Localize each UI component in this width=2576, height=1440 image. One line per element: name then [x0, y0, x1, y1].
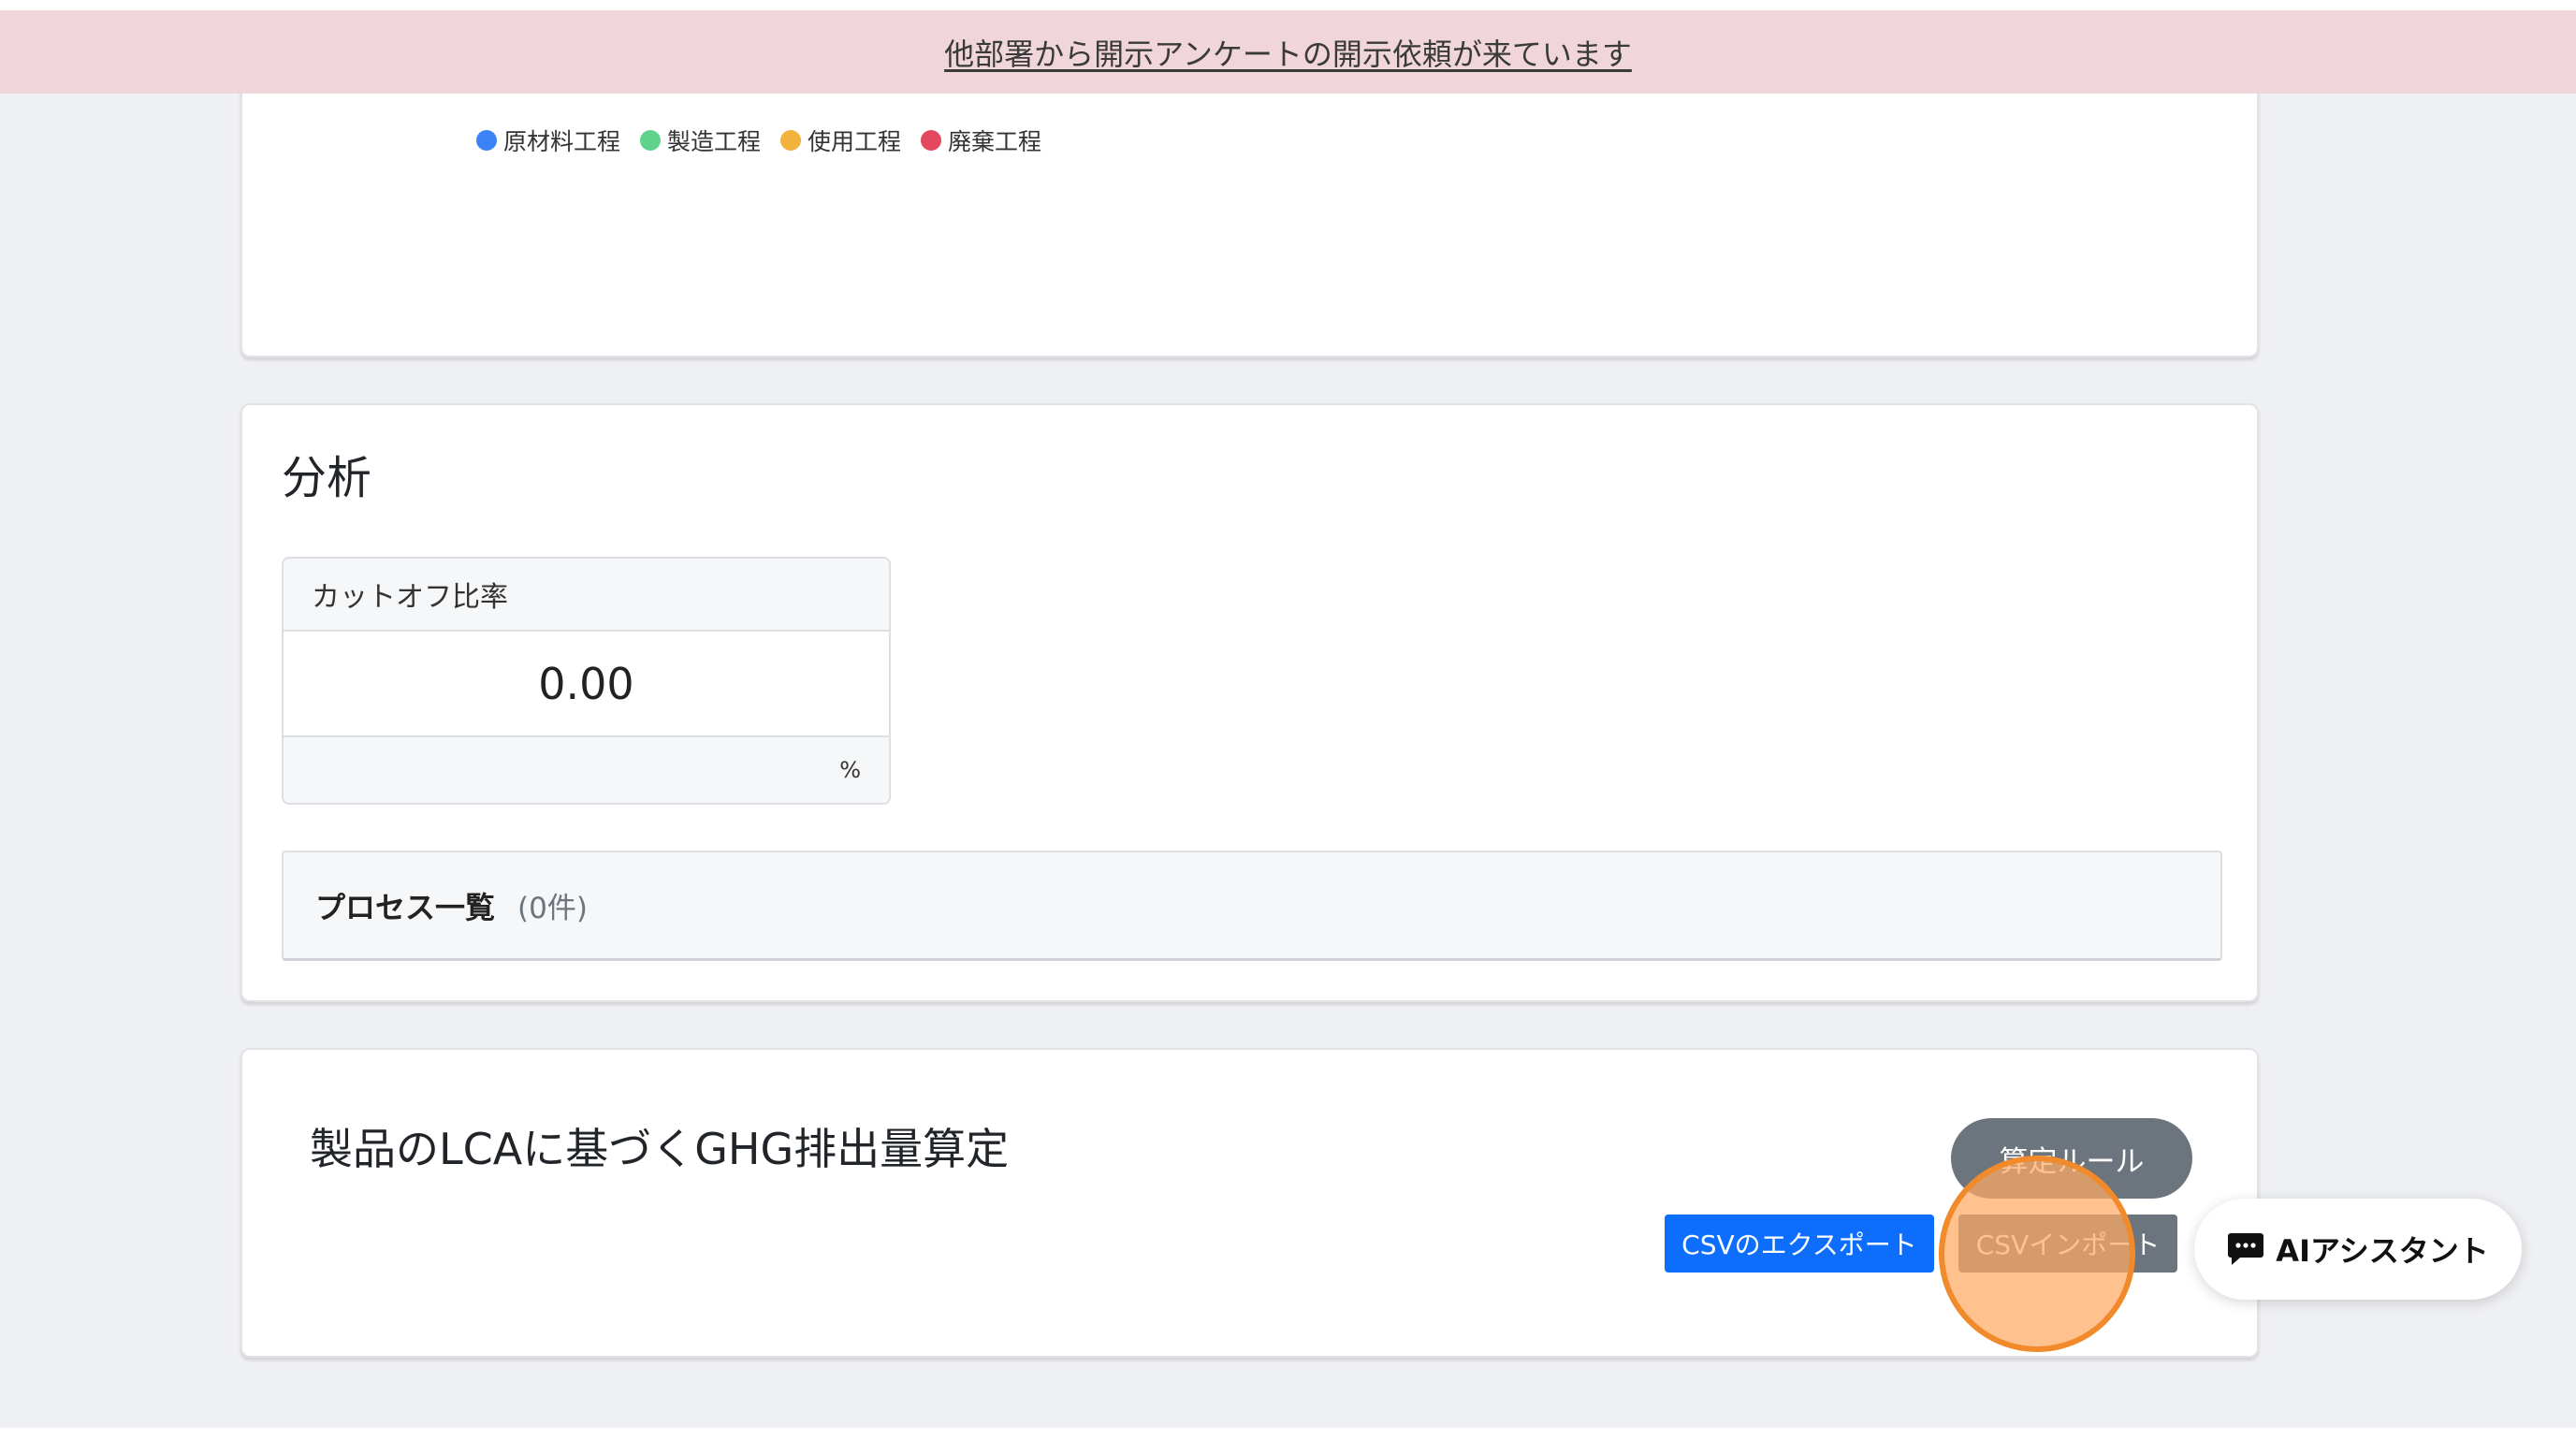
- ghg-card: 製品のLCAに基づくGHG排出量算定 算定ルール CSVのエクスポート CSVイ…: [240, 1048, 2259, 1358]
- chart-legend: 原材料工程 製造工程 使用工程 廃棄工程: [476, 124, 1061, 157]
- legend-dot: [921, 130, 942, 151]
- ai-assistant-label: AIアシスタント: [2276, 1233, 2489, 1269]
- process-list-title: プロセス一覧: [315, 889, 496, 925]
- csv-export-button[interactable]: CSVのエクスポート: [1665, 1215, 1934, 1273]
- analysis-title: 分析: [282, 452, 372, 504]
- legend-item-raw-material[interactable]: 原材料工程: [476, 124, 620, 157]
- chat-icon: [2227, 1231, 2264, 1267]
- notification-banner: 他部署から開示アンケートの開示依頼が来ています: [0, 10, 2576, 94]
- legend-dot: [640, 130, 662, 151]
- legend-label: 製造工程: [667, 128, 762, 155]
- cutoff-ratio-label: カットオフ比率: [284, 559, 889, 632]
- legend-label: 原材料工程: [503, 128, 621, 155]
- disclosure-request-link[interactable]: 他部署から開示アンケートの開示依頼が来ています: [944, 31, 1632, 74]
- legend-item-disposal[interactable]: 廃棄工程: [921, 124, 1041, 157]
- cutoff-ratio-box: カットオフ比率 0.00 %: [282, 557, 891, 805]
- cutoff-ratio-value: 0.00: [284, 632, 889, 737]
- bottom-edge: [0, 1428, 2576, 1440]
- ghg-title: 製品のLCAに基づくGHG排出量算定: [310, 1124, 1010, 1174]
- legend-item-use[interactable]: 使用工程: [780, 124, 901, 157]
- ai-assistant-button[interactable]: AIアシスタント: [2194, 1199, 2522, 1300]
- cutoff-ratio-unit: %: [284, 737, 889, 803]
- csv-import-button[interactable]: CSVインポート: [1958, 1215, 2177, 1273]
- process-list-header[interactable]: プロセス一覧 (0件): [282, 851, 2222, 961]
- legend-item-manufacturing[interactable]: 製造工程: [640, 124, 761, 157]
- top-edge: [0, 0, 2576, 10]
- legend-label: 使用工程: [808, 128, 902, 155]
- process-list-count: (0件): [517, 892, 588, 925]
- calculation-rule-button[interactable]: 算定ルール: [1951, 1118, 2192, 1199]
- legend-label: 廃棄工程: [948, 128, 1042, 155]
- analysis-card: 分析 カットオフ比率 0.00 % プロセス一覧 (0件): [240, 403, 2259, 1002]
- legend-dot: [780, 130, 802, 151]
- legend-dot: [476, 130, 497, 151]
